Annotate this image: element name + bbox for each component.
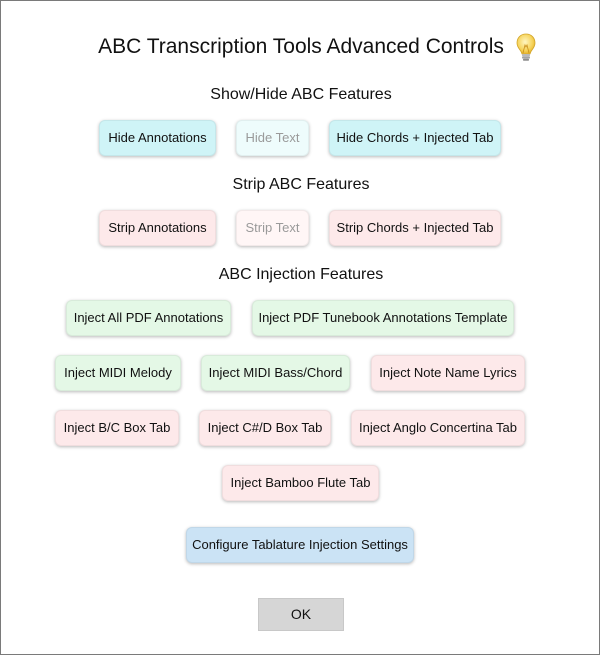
hide-annotations-button[interactable]: Hide Annotations — [99, 120, 216, 156]
strip-annotations-button[interactable]: Strip Annotations — [99, 210, 216, 246]
configure-tablature-settings-button[interactable]: Configure Tablature Injection Settings — [186, 527, 414, 563]
inject-bc-box-tab-button[interactable]: Inject B/C Box Tab — [55, 410, 179, 446]
inject-pdf-annotations-button[interactable]: Inject All PDF Annotations — [66, 300, 231, 336]
injection-heading: ABC Injection Features — [218, 266, 384, 283]
inject-anglo-concertina-tab-button[interactable]: Inject Anglo Concertina Tab — [351, 410, 525, 446]
inject-csd-box-tab-button[interactable]: Inject C#/D Box Tab — [199, 410, 331, 446]
inject-midi-melody-button[interactable]: Inject MIDI Melody — [55, 355, 181, 391]
inject-note-names-button[interactable]: Inject Note Name Lyrics — [371, 355, 525, 391]
strip-text-button[interactable]: Strip Text — [236, 210, 309, 246]
ok-button[interactable]: OK — [258, 598, 344, 631]
hide-text-button[interactable]: Hide Text — [236, 120, 309, 156]
inject-pdf-template-button[interactable]: Inject PDF Tunebook Annotations Template — [252, 300, 514, 336]
show-hide-heading: Show/Hide ABC Features — [210, 86, 392, 103]
hide-chords-button[interactable]: Hide Chords + Injected Tab — [329, 120, 501, 156]
inject-midi-bass-button[interactable]: Inject MIDI Bass/Chord — [201, 355, 350, 391]
strip-heading: Strip ABC Features — [232, 176, 370, 193]
advanced-controls-dialog: ABC Transcription Tools Advanced Control… — [0, 0, 600, 655]
lightbulb-icon[interactable] — [515, 33, 537, 63]
strip-chords-button[interactable]: Strip Chords + Injected Tab — [329, 210, 501, 246]
dialog-title: ABC Transcription Tools Advanced Control… — [98, 35, 504, 58]
inject-bamboo-flute-tab-button[interactable]: Inject Bamboo Flute Tab — [222, 465, 379, 501]
